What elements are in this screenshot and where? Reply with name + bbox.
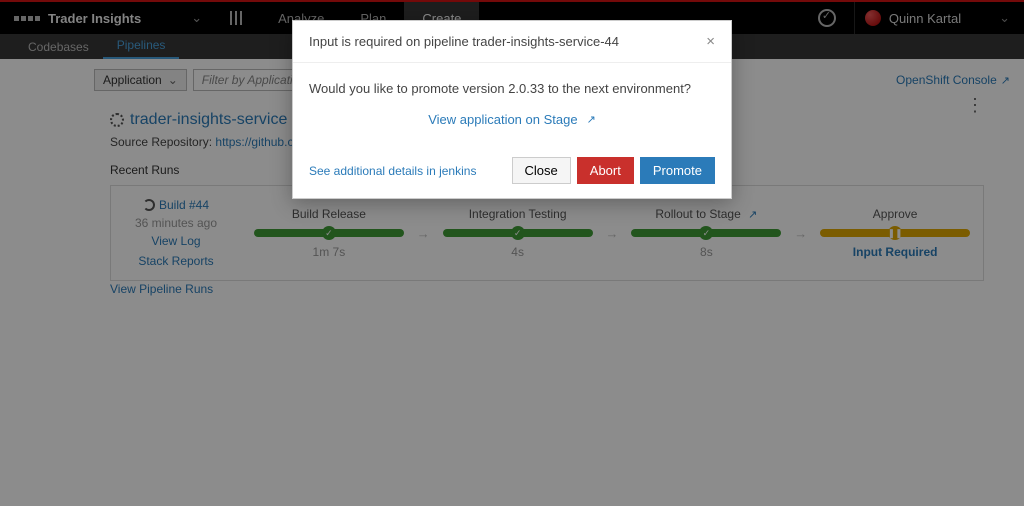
view-application-label: View application on Stage bbox=[428, 112, 577, 127]
view-application-link[interactable]: View application on Stage ↗ bbox=[428, 112, 596, 127]
external-link-icon: ↗ bbox=[587, 113, 596, 126]
promote-button[interactable]: Promote bbox=[640, 157, 715, 184]
modal-question: Would you like to promote version 2.0.33… bbox=[309, 81, 715, 96]
input-required-modal: Input is required on pipeline trader-ins… bbox=[292, 20, 732, 199]
close-icon[interactable]: × bbox=[706, 33, 715, 50]
jenkins-details-link[interactable]: See additional details in jenkins bbox=[309, 164, 476, 178]
close-button[interactable]: Close bbox=[512, 157, 571, 184]
modal-title: Input is required on pipeline trader-ins… bbox=[309, 34, 619, 49]
abort-button[interactable]: Abort bbox=[577, 157, 634, 184]
